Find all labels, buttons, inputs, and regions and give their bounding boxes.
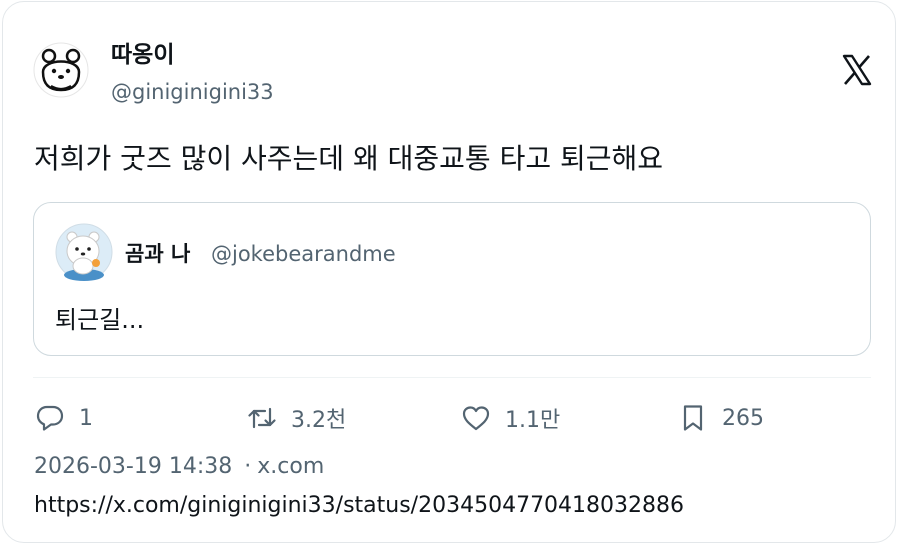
bear-face-avatar-icon[interactable] (33, 42, 89, 98)
author-handle[interactable]: @giniginigini33 (111, 78, 274, 106)
quoted-author-name[interactable]: 곰과 나 (125, 240, 190, 268)
source-link[interactable]: x.com (257, 454, 324, 479)
bookmark-icon (683, 405, 703, 431)
quoted-author-handle[interactable]: @jokebearandme (211, 240, 396, 268)
like-button[interactable]: 1.1만 (461, 400, 560, 436)
reply-count: 1 (79, 405, 93, 431)
bookmark-count: 265 (722, 405, 764, 431)
x-logo-icon[interactable] (842, 54, 872, 86)
heart-icon (462, 406, 490, 431)
author-name[interactable]: 따옹이 (111, 40, 174, 70)
tweet-text: 저희가 굿즈 많이 사주는데 왜 대중교통 타고 퇴근해요 (34, 142, 664, 175)
divider (33, 377, 871, 378)
bookmark-button[interactable]: 265 (678, 400, 764, 436)
tweet-card: 따옹이 @giniginigini33 저희가 굿즈 많이 사주는데 왜 대중교… (2, 1, 896, 543)
quoted-tweet[interactable]: 곰과 나 @jokebearandme 퇴근길... (33, 202, 871, 356)
like-count: 1.1만 (505, 408, 561, 433)
tweet-meta: 2026-03-19 14:38 · x.com (34, 452, 324, 482)
meta-separator: · (244, 454, 252, 479)
reply-button[interactable]: 1 (35, 400, 93, 436)
retweet-icon (248, 407, 276, 429)
timestamp[interactable]: 2026-03-19 14:38 (34, 454, 232, 479)
retweet-count: 3.2천 (291, 408, 347, 433)
reply-icon (36, 405, 64, 431)
quoted-tweet-text: 퇴근길... (55, 306, 145, 334)
white-bear-avatar-icon[interactable] (55, 223, 113, 281)
retweet-button[interactable]: 3.2천 (247, 400, 346, 436)
tweet-url[interactable]: https://x.com/giniginigini33/status/2034… (34, 491, 684, 521)
